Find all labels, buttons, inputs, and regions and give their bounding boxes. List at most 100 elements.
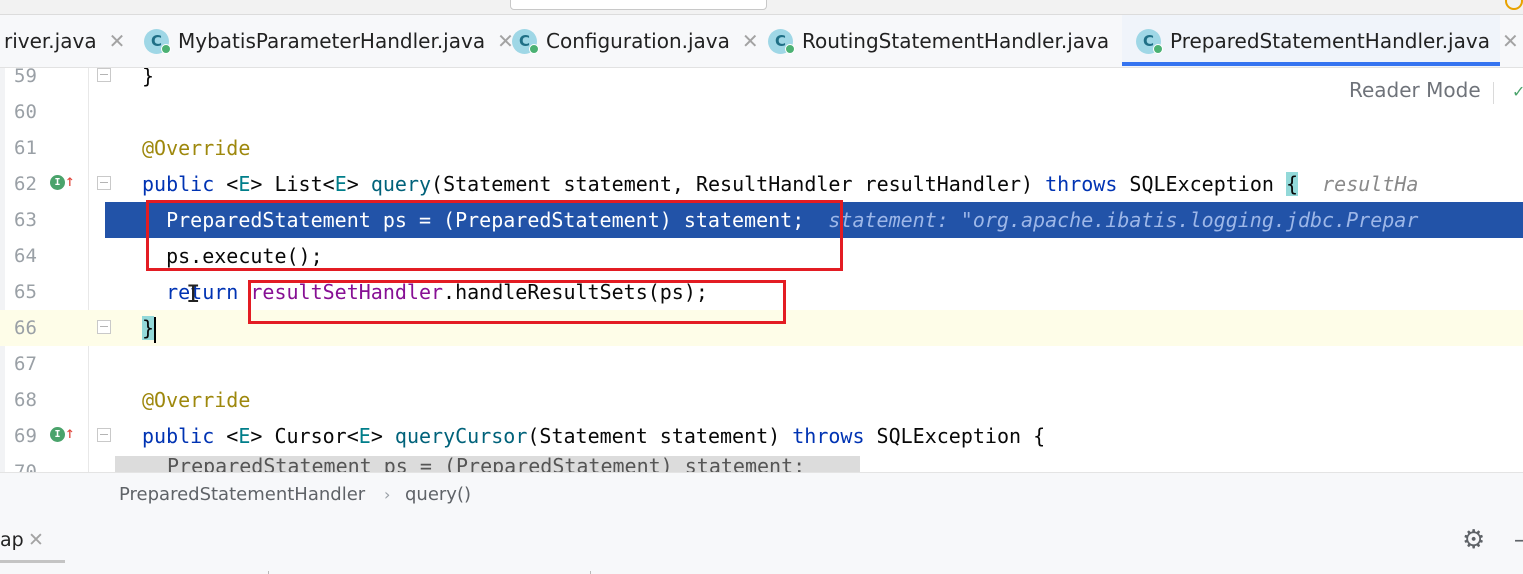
override-arrow-icon[interactable]: ↑ (65, 424, 75, 442)
matched-brace: } (142, 316, 155, 340)
fold-end-icon[interactable] (97, 68, 111, 82)
code-text: } (142, 310, 157, 346)
line-number: 70 (14, 461, 37, 472)
code-text: } (142, 68, 155, 88)
type-param: E (238, 172, 251, 196)
code-text: public <E> List<E> query(Statement state… (142, 166, 1418, 202)
close-icon[interactable]: ✕ (28, 525, 44, 555)
code-line-60[interactable]: 60 (0, 94, 1523, 130)
code-line-61[interactable]: 61 @Override (0, 130, 1523, 166)
code-segment: (Statement statement) (527, 424, 793, 448)
tab-label: PreparedStatementHandler.java (1170, 29, 1490, 53)
keyword: public (142, 172, 215, 196)
keyword: public (142, 424, 215, 448)
matched-brace: { (1285, 172, 1299, 196)
inline-debug-hint: statement: "org.apache.ibatis.logging.jd… (828, 208, 1419, 232)
code-line-69[interactable]: 69 I ↑ public <E> Cursor<E> queryCursor(… (0, 418, 1523, 454)
editor-tab-bar: river.java ✕ C MybatisParameterHandler.j… (0, 15, 1523, 68)
tab-label: Configuration.java (546, 29, 730, 53)
tab-configuration[interactable]: C Configuration.java ✕ (512, 15, 759, 67)
fold-start-icon[interactable] (97, 428, 111, 442)
java-class-icon: C (512, 28, 539, 54)
breadcrumb-class[interactable]: PreparedStatementHandler (119, 473, 365, 517)
code-segment: .handleResultSets(ps); (443, 280, 708, 304)
fold-start-icon[interactable] (97, 176, 111, 190)
fold-end-icon[interactable] (97, 320, 111, 334)
line-number: 64 (14, 245, 37, 267)
tab-routing-statement-handler[interactable]: C RoutingStatementHandler.java ✕ (768, 15, 1138, 67)
type-param: E (358, 424, 371, 448)
breadcrumb-method[interactable]: query() (405, 473, 471, 517)
close-icon[interactable]: ✕ (742, 29, 759, 53)
line-number: 68 (14, 389, 37, 411)
code-line-64[interactable]: 64 ps.execute(); (0, 238, 1523, 274)
search-everywhere-field[interactable] (510, 0, 767, 10)
tab-label: MybatisParameterHandler.java (178, 29, 486, 53)
implements-method-icon[interactable]: I (50, 175, 65, 190)
code-editor[interactable]: Reader Mode ✓ 59 } 60 61 @Override 62 I … (0, 68, 1523, 472)
code-text: PreparedStatement ps = (PreparedStatemen… (167, 456, 806, 472)
implements-method-icon[interactable]: I (50, 427, 65, 442)
code-segment: SQLException (1117, 172, 1286, 196)
minus-icon[interactable]: − (1513, 525, 1523, 555)
gear-icon[interactable]: ⚙ (1462, 525, 1485, 555)
code-segment: < (214, 172, 239, 196)
keyword: throws (792, 424, 865, 448)
code-segment: PreparedStatement ps = (PreparedStatemen… (142, 208, 805, 232)
notification-ring-icon[interactable] (1505, 0, 1523, 10)
line-number: 69 (14, 425, 37, 447)
code-segment: > List< (250, 172, 335, 196)
inline-debug-hint: resultHa (1322, 172, 1419, 196)
code-line-62[interactable]: 62 I ↑ public <E> List<E> query(Statemen… (0, 166, 1523, 202)
code-segment: > (370, 424, 395, 448)
override-arrow-icon[interactable]: ↑ (65, 172, 75, 190)
code-segment: < (214, 424, 239, 448)
tool-window-tab[interactable]: ap (0, 525, 24, 555)
type-param: E (238, 424, 251, 448)
line-number: 65 (14, 281, 37, 303)
method-name: query (370, 172, 432, 196)
tool-window-header: ap ✕ ⚙ − (0, 517, 1523, 574)
tab-label: river.java (4, 29, 97, 53)
code-text: PreparedStatement ps = (PreparedStatemen… (142, 202, 1418, 238)
line-number: 62 (14, 173, 37, 195)
code-text: @Override (142, 388, 251, 412)
close-icon[interactable]: ✕ (1502, 29, 1519, 53)
line-number: 59 (14, 68, 37, 87)
tab-mybatis-parameter-handler[interactable]: C MybatisParameterHandler.java ✕ (144, 15, 514, 67)
code-segment: > (346, 172, 371, 196)
breadcrumb-separator: › (384, 485, 391, 504)
line-number: 61 (14, 137, 37, 159)
code-line-59[interactable]: 59 } (0, 68, 1523, 94)
code-text: @Override (142, 136, 251, 160)
code-line-65[interactable]: 65 return resultSetHandler.handleResultS… (0, 274, 1523, 310)
tool-window-tab-indicator (0, 560, 65, 563)
code-text: ps.execute(); (142, 244, 323, 268)
code-text: public <E> Cursor<E> queryCursor(Stateme… (142, 418, 1045, 454)
window-title-strip (0, 0, 1523, 15)
line-number: 60 (14, 101, 37, 123)
java-class-icon: C (1136, 28, 1163, 54)
line-number: 67 (14, 353, 37, 375)
line-number: 63 (14, 209, 37, 231)
close-icon[interactable]: ✕ (109, 29, 126, 53)
method-name: queryCursor (394, 424, 528, 448)
active-tab-indicator (1122, 62, 1500, 66)
tab-label: RoutingStatementHandler.java (802, 29, 1110, 53)
line-number: 66 (14, 317, 37, 339)
code-line-68[interactable]: 68 @Override (0, 382, 1523, 418)
field-reference: resultSetHandler (250, 280, 444, 304)
code-line-66[interactable]: 66 } (0, 310, 1523, 346)
mouse-ibeam-cursor: I (186, 280, 201, 308)
java-class-icon: C (768, 28, 795, 54)
code-line-67[interactable]: 67 (0, 346, 1523, 382)
tab-prepared-statement-handler[interactable]: C PreparedStatementHandler.java ✕ (1122, 15, 1519, 67)
tab-driver-java[interactable]: river.java ✕ (4, 15, 125, 67)
code-line-63[interactable]: 63 PreparedStatement ps = (PreparedState… (0, 202, 1523, 238)
code-segment: SQLException { (864, 424, 1046, 448)
code-segment: > Cursor< (250, 424, 359, 448)
text-caret (154, 316, 157, 343)
java-class-icon: C (144, 28, 171, 54)
code-segment: (Statement statement, ResultHandler resu… (431, 172, 1046, 196)
breadcrumb: PreparedStatementHandler › query() (0, 472, 1523, 518)
